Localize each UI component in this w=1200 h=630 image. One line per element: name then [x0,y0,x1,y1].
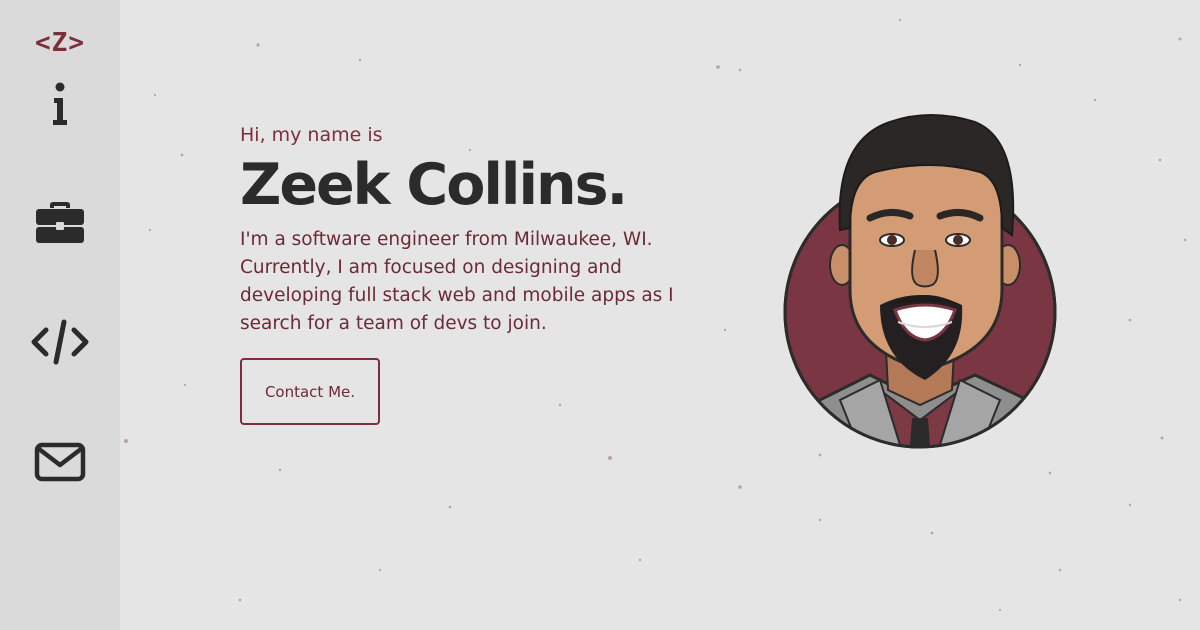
hero-section: Hi, my name is Zeek Collins. I'm a softw… [240,120,720,425]
greeting-text: Hi, my name is [240,124,383,146]
sidebar-item-experience[interactable] [30,194,90,250]
avatar-illustration [783,114,1057,449]
info-icon [53,82,67,125]
sidebar: <Z> [0,0,120,630]
sidebar-item-projects[interactable] [30,314,90,370]
briefcase-icon [36,202,84,243]
envelope-icon [34,442,86,482]
code-icon [31,319,89,365]
hero-bio: I'm a software engineer from Milwaukee, … [240,229,674,334]
hero-name: Zeek Collins. [240,152,628,218]
sidebar-item-contact[interactable] [30,434,90,490]
logo[interactable]: <Z> [0,28,120,58]
sidebar-item-about[interactable] [30,78,90,134]
contact-me-button[interactable]: Contact Me. [240,358,380,425]
